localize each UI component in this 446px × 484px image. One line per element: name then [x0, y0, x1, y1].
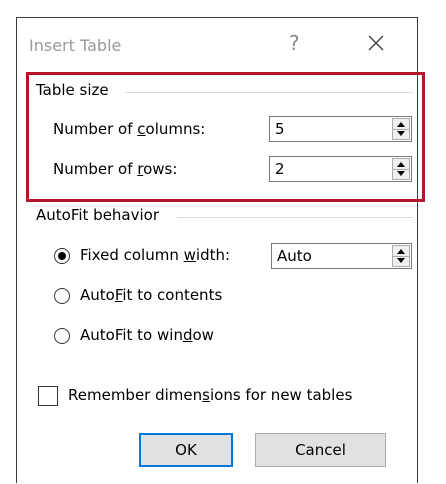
rows-increment-icon[interactable]	[393, 159, 409, 169]
autofit-contents-radio[interactable]	[54, 288, 70, 304]
insert-table-dialog: Insert Table ? Table size Number of colu…	[16, 17, 425, 483]
columns-value[interactable]: 5	[275, 120, 285, 138]
columns-decrement-icon[interactable]	[393, 129, 409, 139]
columns-increment-icon[interactable]	[393, 119, 409, 129]
column-width-decrement-icon[interactable]	[393, 256, 409, 266]
column-width-value[interactable]: Auto	[277, 247, 312, 265]
ok-button[interactable]: OK	[139, 433, 233, 467]
fixed-width-label[interactable]: Fixed column width:	[80, 246, 230, 264]
table-size-heading: Table size	[36, 81, 109, 99]
columns-label: Number of columns:	[53, 120, 206, 138]
rows-decrement-icon[interactable]	[393, 169, 409, 179]
dialog-title: Insert Table	[29, 36, 122, 55]
autofit-contents-label[interactable]: AutoFit to contents	[80, 286, 222, 304]
cancel-button[interactable]: Cancel	[255, 433, 386, 467]
remember-dimensions-label[interactable]: Remember dimensions for new tables	[68, 386, 352, 404]
autofit-heading: AutoFit behavior	[36, 206, 160, 224]
help-icon[interactable]: ?	[289, 31, 300, 55]
column-width-increment-icon[interactable]	[393, 246, 409, 256]
close-icon[interactable]	[367, 34, 385, 52]
rows-spin-buttons[interactable]	[392, 158, 410, 180]
section-divider	[177, 217, 413, 218]
rows-spinner[interactable]: 2	[269, 156, 412, 182]
rows-value[interactable]: 2	[275, 160, 285, 178]
column-width-spin-buttons[interactable]	[392, 245, 410, 267]
autofit-window-label[interactable]: AutoFit to window	[80, 326, 214, 344]
section-divider	[125, 92, 413, 93]
columns-spin-buttons[interactable]	[392, 118, 410, 140]
remember-dimensions-checkbox[interactable]	[38, 386, 58, 406]
fixed-width-radio[interactable]	[54, 248, 70, 264]
column-width-spinner[interactable]: Auto	[271, 243, 412, 269]
columns-spinner[interactable]: 5	[269, 116, 412, 142]
autofit-window-radio[interactable]	[54, 328, 70, 344]
rows-label: Number of rows:	[53, 160, 178, 178]
